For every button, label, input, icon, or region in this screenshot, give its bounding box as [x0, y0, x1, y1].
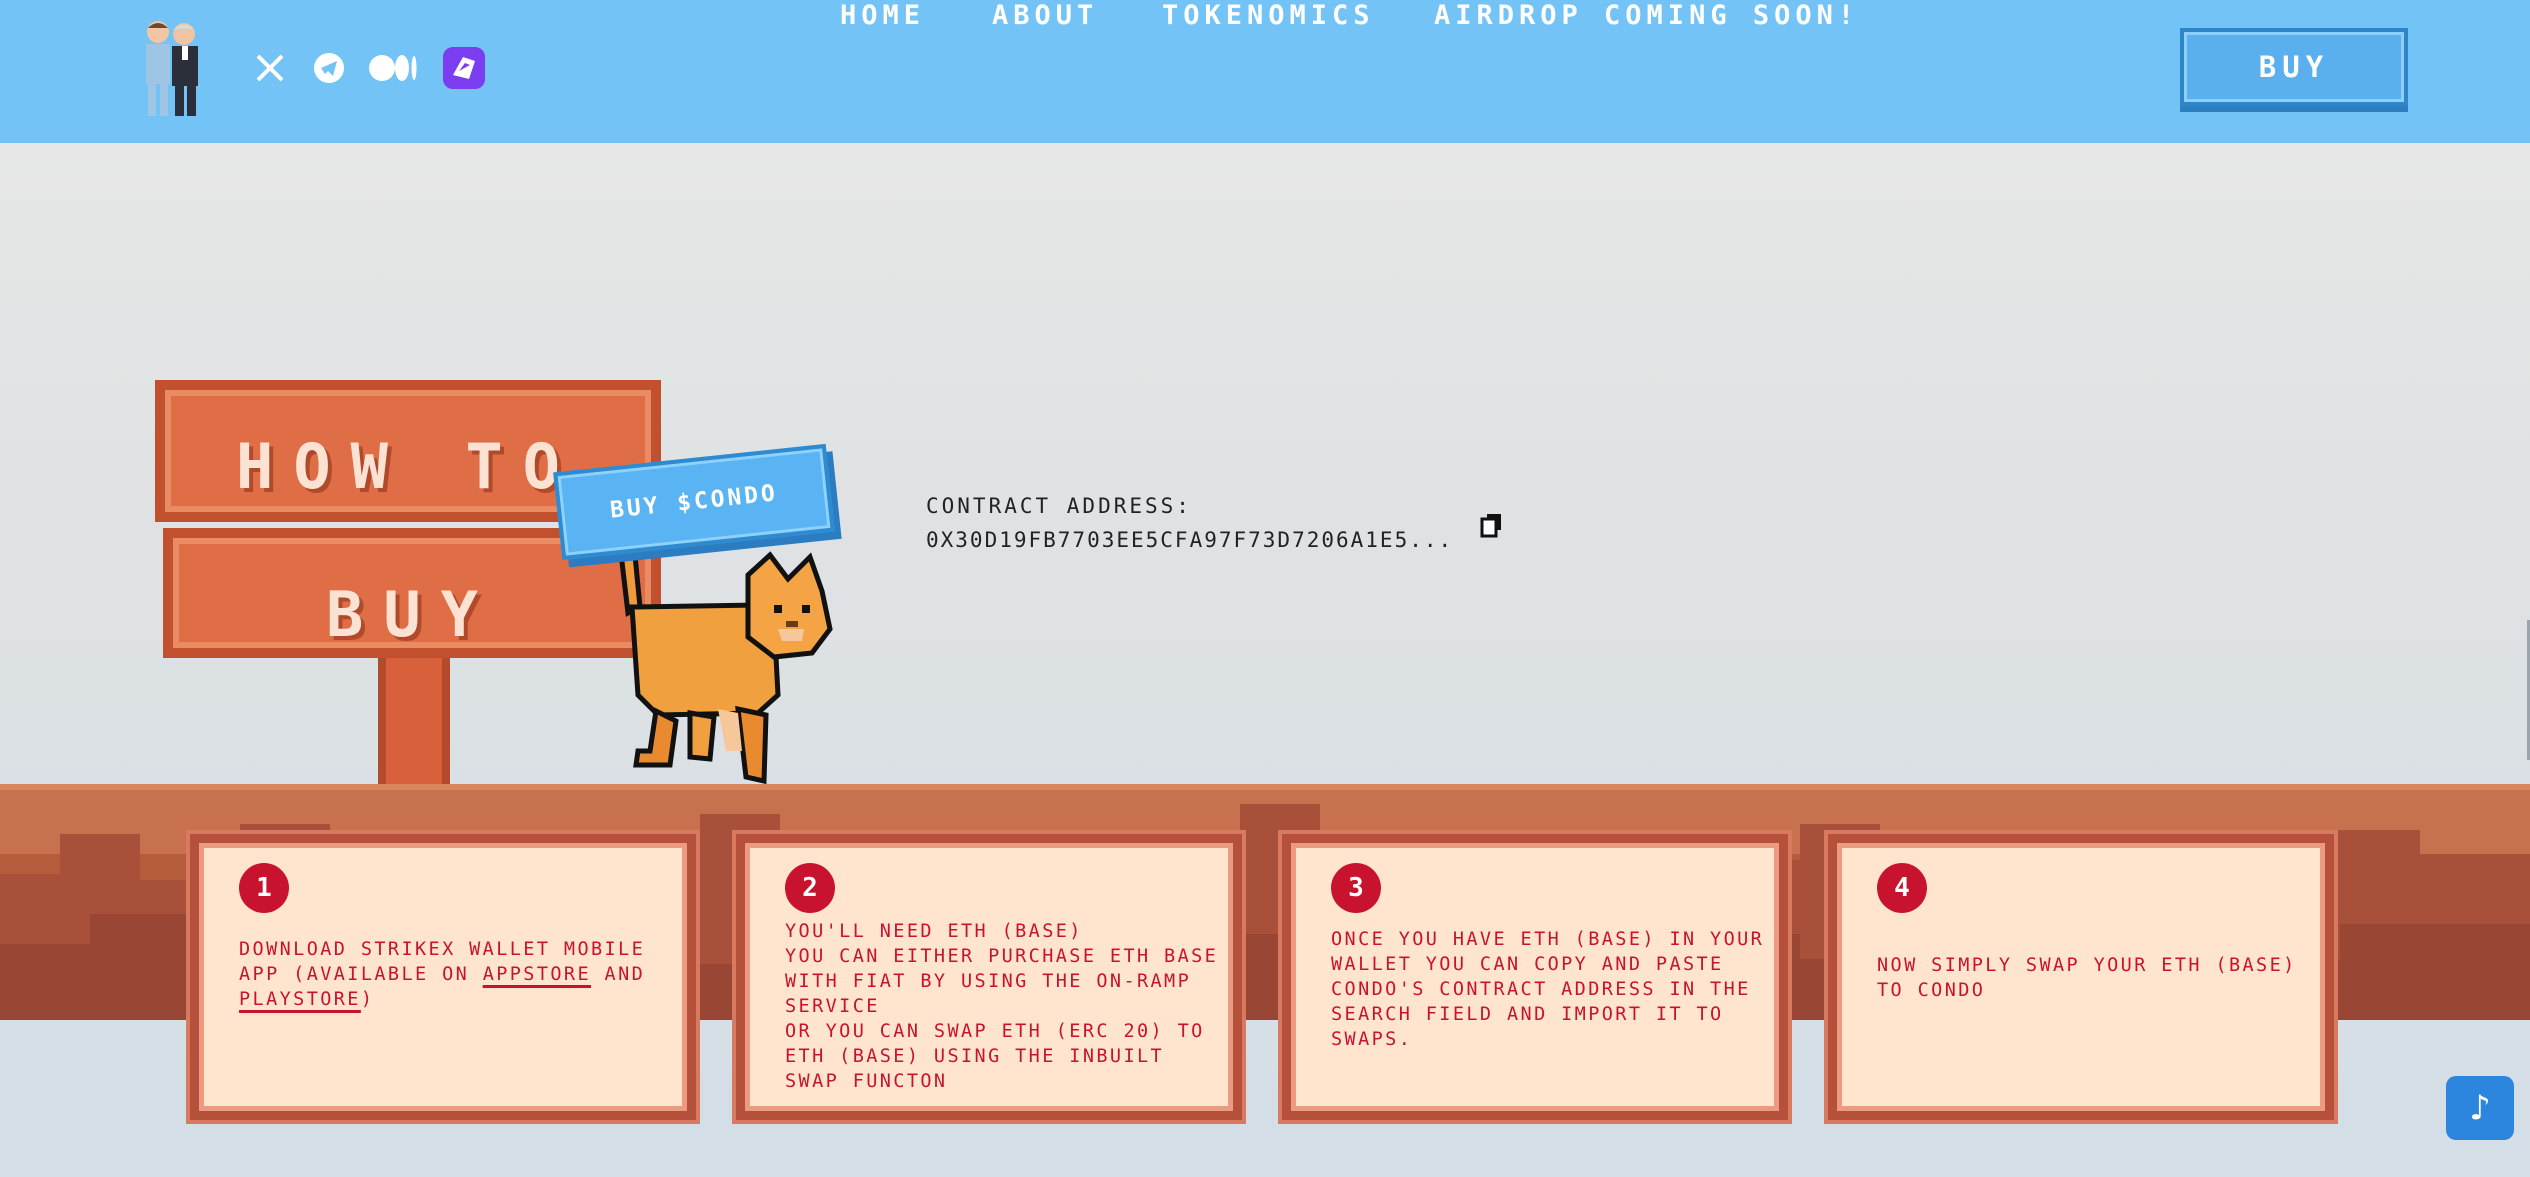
site-header: HOME ABOUT TOKENOMICS AIRDROP COMING SOO…	[0, 0, 2530, 143]
logo-two-men-icon[interactable]	[138, 18, 206, 120]
step-card-4: 4 NOW SIMPLY SWAP YOUR ETH (BASE) TO CON…	[1828, 834, 2334, 1120]
contract-address-label: CONTRACT ADDRESS:	[926, 494, 1192, 518]
playstore-link[interactable]: PLAYSTORE	[239, 989, 361, 1010]
sign-line-2: BUY	[326, 578, 498, 651]
music-note-icon: ♪	[2469, 1087, 2491, 1129]
step-number: 3	[1331, 863, 1381, 913]
step-text: DOWNLOAD STRIKEX WALLET MOBILE APP (AVAI…	[239, 937, 679, 1012]
step-number: 4	[1877, 863, 1927, 913]
dextools-icon[interactable]	[440, 44, 488, 92]
step-line: YOU'LL NEED ETH (BASE)	[785, 921, 1083, 942]
nav-about[interactable]: ABOUT	[992, 0, 1098, 31]
x-icon[interactable]	[250, 48, 290, 88]
telegram-icon[interactable]	[309, 48, 349, 88]
step-line: YOU CAN EITHER PURCHASE ETH BASE WITH FI…	[785, 946, 1219, 1017]
step-text: ONCE YOU HAVE ETH (BASE) IN YOUR WALLET …	[1331, 929, 1765, 1050]
step-card-3: 3 ONCE YOU HAVE ETH (BASE) IN YOUR WALLE…	[1282, 834, 1788, 1120]
appstore-link[interactable]: APPSTORE	[483, 964, 591, 985]
step-text-part: )	[360, 989, 375, 1010]
nav-home[interactable]: HOME	[840, 0, 925, 31]
step-card-2: 2 YOU'LL NEED ETH (BASE) YOU CAN EITHER …	[736, 834, 1242, 1120]
step-number: 1	[239, 863, 289, 913]
orange-cat-icon	[617, 545, 833, 785]
copy-icon[interactable]	[1480, 512, 1504, 538]
sign-post	[378, 640, 450, 790]
step-text-part: AND	[591, 964, 646, 985]
medium-icon[interactable]	[368, 48, 418, 88]
nav-airdrop[interactable]: AIRDROP COMING SOON!	[1434, 0, 1859, 31]
step-card-1: 1 DOWNLOAD STRIKEX WALLET MOBILE APP (AV…	[190, 834, 696, 1120]
step-line: OR YOU CAN SWAP ETH (ERC 20) TO ETH (BAS…	[785, 1021, 1205, 1092]
buy-button[interactable]: BUY	[2180, 28, 2408, 106]
step-number: 2	[785, 863, 835, 913]
contract-address-value: 0X30D19FB7703EE5CFA97F73D7206A1E5...	[926, 528, 1454, 552]
step-text: NOW SIMPLY SWAP YOUR ETH (BASE) TO CONDO	[1877, 955, 2297, 1001]
nav-tokenomics[interactable]: TOKENOMICS	[1162, 0, 1375, 31]
step-text: YOU'LL NEED ETH (BASE) YOU CAN EITHER PU…	[785, 919, 1225, 1094]
music-toggle-button[interactable]: ♪	[2446, 1076, 2514, 1140]
